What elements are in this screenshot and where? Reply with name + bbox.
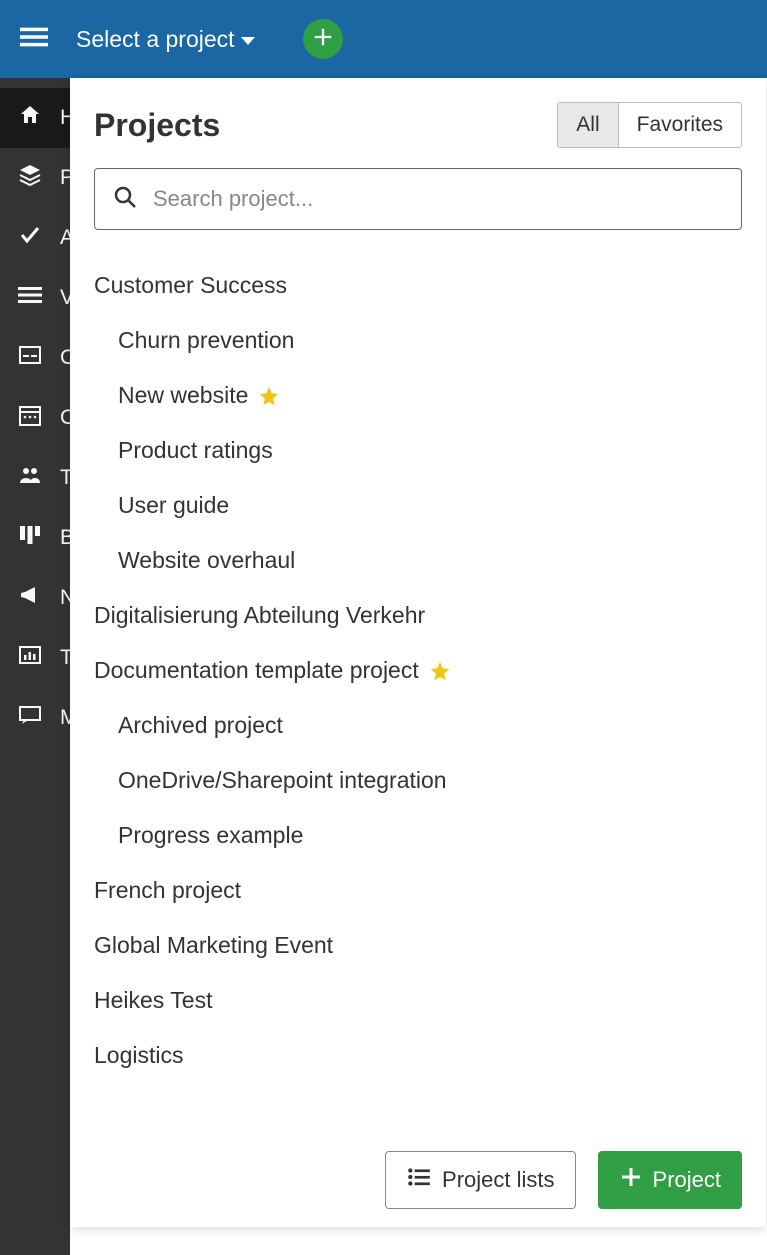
sidebar-item-messages[interactable]: M xyxy=(0,688,70,748)
dropdown-title: Projects xyxy=(94,107,220,144)
project-lists-button[interactable]: Project lists xyxy=(385,1151,575,1209)
filter-favorites-button[interactable]: Favorites xyxy=(618,103,741,147)
sidebar-item-work[interactable]: V xyxy=(0,268,70,328)
select-project-label: Select a project xyxy=(76,26,235,53)
topbar: Select a project xyxy=(0,0,767,78)
project-name: French project xyxy=(94,877,241,904)
project-row[interactable]: Churn prevention xyxy=(94,313,742,368)
project-lists-label: Project lists xyxy=(442,1167,554,1193)
project-row[interactable]: Documentation template project xyxy=(94,643,742,698)
menu-icon xyxy=(20,23,48,56)
sidebar-item-label: V xyxy=(60,286,70,310)
project-name: Documentation template project xyxy=(94,657,419,684)
project-name: Global Marketing Event xyxy=(94,932,333,959)
project-name: Heikes Test xyxy=(94,987,212,1014)
chart-icon xyxy=(18,643,42,673)
search-field[interactable] xyxy=(94,168,742,230)
sidebar-item-activity[interactable]: A xyxy=(0,208,70,268)
project-name: Product ratings xyxy=(118,437,273,464)
sidebar-item-home[interactable]: H xyxy=(0,88,70,148)
list-icon xyxy=(18,283,42,313)
project-row[interactable]: New website xyxy=(94,368,742,423)
sidebar-item-label: M xyxy=(60,706,70,730)
project-row[interactable]: User guide xyxy=(94,478,742,533)
projects-dropdown: Projects All Favorites Customer SuccessC… xyxy=(70,78,766,1227)
sidebar-item-board[interactable]: B xyxy=(0,508,70,568)
sidebar-item-layers[interactable]: P xyxy=(0,148,70,208)
check-icon xyxy=(18,223,42,253)
project-name: New website xyxy=(118,382,248,409)
list-icon xyxy=(406,1164,432,1196)
sidebar: H P A V C C T B N T M xyxy=(0,78,70,1255)
project-row[interactable]: Heikes Test xyxy=(94,973,742,1028)
project-name: Churn prevention xyxy=(118,327,294,354)
board-icon xyxy=(18,523,42,553)
sidebar-item-label: B xyxy=(60,526,70,550)
sidebar-item-news[interactable]: N xyxy=(0,568,70,628)
star-icon xyxy=(258,385,280,407)
project-name: Customer Success xyxy=(94,272,287,299)
sidebar-item-label: A xyxy=(60,226,70,250)
project-row[interactable]: French project xyxy=(94,863,742,918)
dropdown-footer: Project lists Project xyxy=(70,1139,766,1227)
create-project-button[interactable]: Project xyxy=(598,1151,742,1209)
project-name: Digitalisierung Abteilung Verkehr xyxy=(94,602,425,629)
sidebar-item-gantt[interactable]: C xyxy=(0,328,70,388)
search-wrap xyxy=(70,160,766,244)
project-row[interactable]: Progress example xyxy=(94,808,742,863)
project-row[interactable]: Product ratings xyxy=(94,423,742,478)
sidebar-item-label: C xyxy=(60,346,70,370)
sidebar-item-label: H xyxy=(60,106,70,130)
search-icon xyxy=(113,185,137,214)
project-name: OneDrive/Sharepoint integration xyxy=(118,767,447,794)
sidebar-item-label: C xyxy=(60,406,70,430)
sidebar-item-team[interactable]: T xyxy=(0,448,70,508)
home-icon xyxy=(18,103,42,133)
filter-all-button[interactable]: All xyxy=(558,103,617,147)
plus-icon xyxy=(619,1165,643,1195)
project-name: Archived project xyxy=(118,712,283,739)
project-name: Website overhaul xyxy=(118,547,295,574)
search-input[interactable] xyxy=(153,186,723,212)
megaphone-icon xyxy=(18,583,42,613)
project-name: Progress example xyxy=(118,822,303,849)
project-row[interactable]: Archived project xyxy=(94,698,742,753)
sidebar-item-calendar[interactable]: C xyxy=(0,388,70,448)
create-project-label: Project xyxy=(653,1167,721,1193)
project-row[interactable]: Website overhaul xyxy=(94,533,742,588)
layers-icon xyxy=(18,163,42,193)
create-button[interactable] xyxy=(303,19,343,59)
project-list: Customer Success Churn prevention New webs… xyxy=(70,244,766,1139)
sidebar-item-label: T xyxy=(60,466,70,490)
select-project-dropdown[interactable]: Select a project xyxy=(76,26,255,53)
message-icon xyxy=(18,703,42,733)
project-row[interactable]: Digitalisierung Abteilung Verkehr xyxy=(94,588,742,643)
team-icon xyxy=(18,463,42,493)
project-row[interactable]: Customer Success xyxy=(94,258,742,313)
sidebar-item-label: P xyxy=(60,166,70,190)
filter-toggle: All Favorites xyxy=(557,102,742,148)
project-row[interactable]: Logistics xyxy=(94,1028,742,1083)
project-name: Logistics xyxy=(94,1042,183,1069)
star-icon xyxy=(429,660,451,682)
sidebar-item-label: T xyxy=(60,646,70,670)
main-menu-button[interactable] xyxy=(20,23,48,56)
sidebar-item-time[interactable]: T xyxy=(0,628,70,688)
dropdown-header: Projects All Favorites xyxy=(70,78,766,160)
caret-down-icon xyxy=(241,37,255,45)
project-row[interactable]: OneDrive/Sharepoint integration xyxy=(94,753,742,808)
plus-icon xyxy=(312,26,334,53)
calendar-icon xyxy=(18,403,42,433)
project-row[interactable]: Global Marketing Event xyxy=(94,918,742,973)
sidebar-item-label: N xyxy=(60,586,70,610)
date-icon xyxy=(18,343,42,373)
project-name: User guide xyxy=(118,492,229,519)
